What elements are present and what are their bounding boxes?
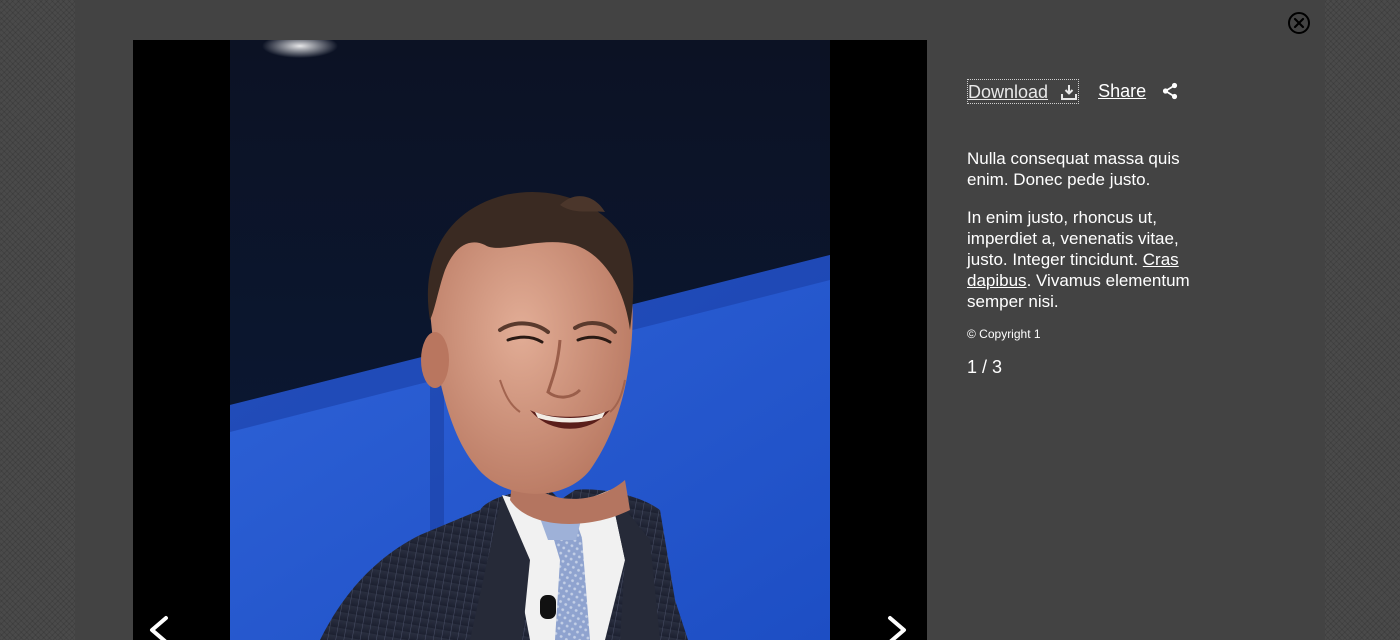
description-paragraph-2: In enim justo, rhoncus ut, imperdiet a, … [967, 207, 1207, 312]
download-icon [1061, 84, 1078, 100]
next-button[interactable] [880, 612, 916, 640]
close-button[interactable] [1287, 11, 1311, 35]
description-paragraph-1: Nulla consequat massa quis enim. Donec p… [967, 149, 1180, 189]
chevron-left-icon [150, 616, 168, 640]
action-bar: Download Share [967, 78, 1207, 104]
image-details-panel: Download Share Nulla consequat massa qui… [967, 78, 1207, 378]
chevron-right-icon [888, 616, 906, 640]
share-label: Share [1098, 80, 1147, 101]
share-button[interactable]: Share [1098, 81, 1178, 102]
close-circle-icon [1288, 12, 1310, 34]
download-label: Download [968, 81, 1049, 102]
gallery-photo [230, 40, 830, 640]
image-counter: 1 / 3 [967, 357, 1003, 377]
image-viewer [133, 40, 927, 640]
previous-button[interactable] [140, 612, 176, 640]
image-description: Nulla consequat massa quis enim. Donec p… [967, 148, 1207, 312]
share-icon [1163, 82, 1178, 100]
copyright-notice: © Copyright 1 [967, 327, 1041, 341]
download-button[interactable]: Download [967, 78, 1080, 104]
